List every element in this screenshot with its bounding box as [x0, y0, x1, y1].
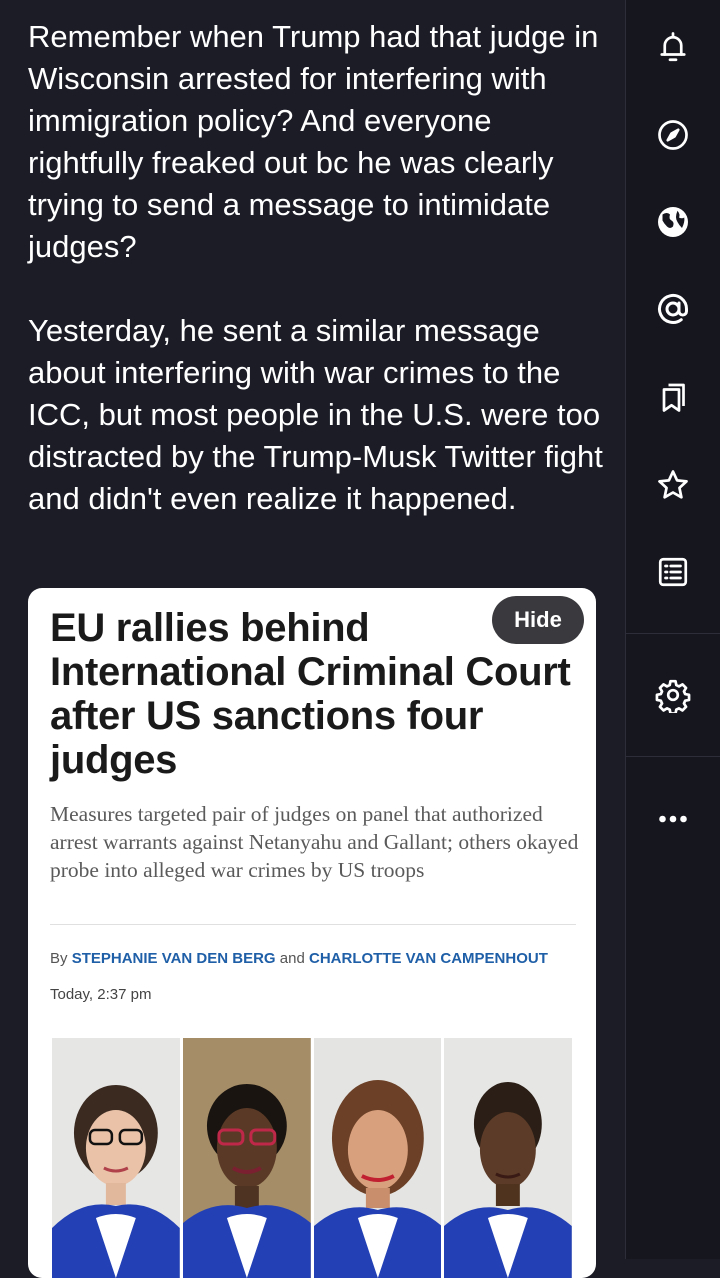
right-nav-rail — [625, 0, 720, 1259]
post-column: Remember when Trump had that judge in Wi… — [0, 0, 625, 1278]
compass-icon[interactable] — [652, 114, 694, 156]
hide-button[interactable]: Hide — [492, 596, 584, 644]
globe-icon[interactable] — [652, 201, 694, 243]
author-link-1[interactable]: STEPHANIE VAN DEN BERG — [72, 950, 276, 967]
judge-portrait-2 — [182, 1038, 311, 1278]
star-icon[interactable] — [652, 464, 694, 506]
bell-icon[interactable] — [652, 26, 694, 68]
more-icon[interactable] — [652, 798, 694, 840]
rail-divider — [626, 633, 720, 634]
byline-prefix: By — [50, 950, 68, 967]
gear-icon[interactable] — [652, 674, 694, 716]
post-body: Remember when Trump had that judge in Wi… — [28, 16, 608, 520]
article-timestamp: Today, 2:37 pm — [50, 986, 152, 1003]
judge-portrait-4 — [444, 1038, 572, 1278]
divider — [50, 924, 576, 925]
judge-portrait-3 — [313, 1038, 442, 1278]
byline: By STEPHANIE VAN DEN BERG and CHARLOTTE … — [50, 950, 590, 967]
article-subhead: Measures targeted pair of judges on pane… — [50, 802, 579, 882]
rail-divider — [626, 756, 720, 757]
bookmarks-icon[interactable] — [652, 376, 694, 418]
judge-portrait-1 — [52, 1038, 180, 1278]
byline-and: and — [279, 950, 305, 967]
list-icon[interactable] — [652, 551, 694, 593]
post-paragraph-2: Yesterday, he sent a similar message abo… — [28, 313, 603, 516]
post-paragraph-1: Remember when Trump had that judge in Wi… — [28, 19, 599, 264]
judges-photo — [52, 1038, 572, 1278]
link-preview-card[interactable]: EU rallies behind International Criminal… — [28, 588, 596, 1278]
at-icon[interactable] — [652, 288, 694, 330]
author-link-2[interactable]: CHARLOTTE VAN CAMPENHOUT — [309, 950, 548, 967]
